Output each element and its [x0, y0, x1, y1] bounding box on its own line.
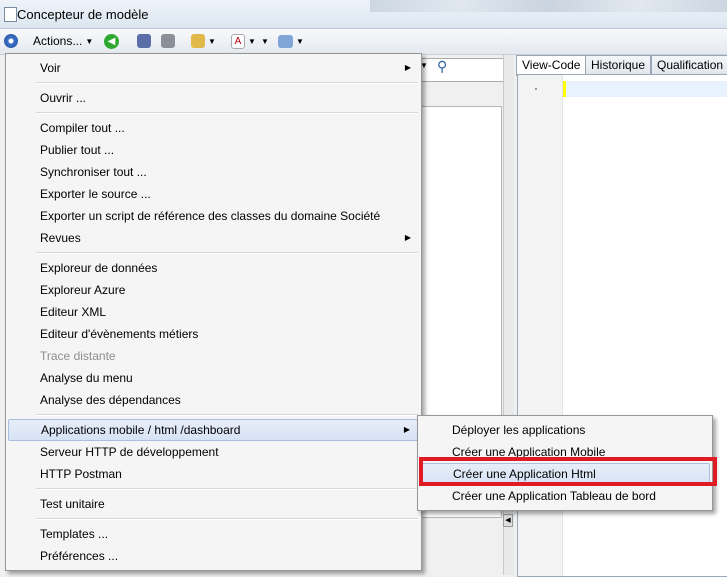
menu-item-exploreur-donnees[interactable]: Exploreur de données: [8, 257, 419, 279]
menu-item-compiler-tout[interactable]: Compiler tout ...: [8, 117, 419, 139]
actions-dropdown[interactable]: Actions... ▼: [33, 32, 93, 50]
menu-item-templates[interactable]: Templates ...: [8, 523, 419, 545]
chevron-down-icon: ▼: [296, 36, 304, 46]
app-menu-button[interactable]: [4, 32, 18, 50]
search-box[interactable]: [420, 58, 504, 82]
tab-view-code[interactable]: View-Code: [516, 55, 587, 76]
text-dropdown[interactable]: A ▼: [231, 32, 256, 50]
submenu-arrow-icon: ▶: [403, 425, 410, 434]
menu-separator: [36, 82, 418, 84]
menu-item-synchroniser-tout[interactable]: Synchroniser tout ...: [8, 161, 419, 183]
menu-separator: [36, 488, 418, 490]
window-title: Concepteur de modèle: [17, 7, 149, 22]
save-all-icon: [137, 34, 151, 48]
disk-icon: [161, 34, 175, 48]
menu-item-exporter-script[interactable]: Exporter un script de référence des clas…: [8, 205, 419, 227]
app-orb-icon: [4, 34, 18, 48]
menu-separator: [36, 112, 418, 114]
menu-item-revues[interactable]: Revues ▶: [8, 227, 419, 249]
chevron-down-icon: ▼: [261, 36, 269, 46]
search-icon[interactable]: ⚲: [437, 58, 447, 75]
menu-item-preferences[interactable]: Préférences ...: [8, 545, 419, 567]
text-cursor: [563, 81, 566, 97]
submenu-arrow-icon: ▶: [404, 63, 411, 72]
menu-item-voir[interactable]: Voir ▶: [8, 57, 419, 79]
copy-dropdown[interactable]: ▼: [191, 32, 216, 50]
menu-item-serveur-http[interactable]: Serveur HTTP de développement: [8, 441, 419, 463]
menu-item-editeur-xml[interactable]: Editeur XML: [8, 301, 419, 323]
highlight-annotation-box: [419, 457, 717, 486]
current-line: [563, 81, 727, 97]
submenu-item-deployer[interactable]: Déployer les applications: [420, 419, 710, 441]
submenu-arrow-icon: ▶: [404, 233, 411, 242]
menu-item-label: Revues: [40, 231, 81, 245]
actions-label: Actions...: [33, 34, 83, 48]
blurred-background-area: [370, 0, 727, 12]
menu-item-test-unitaire[interactable]: Test unitaire: [8, 493, 419, 515]
text-format-icon: A: [231, 33, 245, 49]
back-button[interactable]: ◀: [104, 32, 119, 50]
menu-separator: [36, 252, 418, 254]
collapse-arrow-icon[interactable]: ◀: [503, 514, 513, 527]
menu-item-ouvrir[interactable]: Ouvrir ...: [8, 87, 419, 109]
chevron-down-icon: ▼: [85, 36, 94, 46]
green-arrow-icon: ◀: [104, 33, 119, 49]
format-dropdown[interactable]: ▼: [258, 32, 269, 50]
menu-item-label: Applications mobile / html /dashboard: [41, 423, 241, 437]
save-all-button[interactable]: [137, 32, 151, 50]
chevron-down-icon: ▼: [248, 36, 256, 46]
menu-item-trace-distante: Trace distante: [40, 349, 116, 363]
menu-item-label: Voir: [40, 61, 61, 75]
document-copy-icon: [191, 34, 205, 48]
tab-historique[interactable]: Historique: [585, 55, 652, 75]
tab-qualification[interactable]: Qualification: [651, 55, 727, 75]
main-toolbar: Actions... ▼ ◀ ▼ A ▼ ▼ ▼: [0, 29, 727, 55]
preview-dropdown[interactable]: ▼: [278, 32, 304, 50]
preview-icon: [278, 34, 293, 48]
menu-item-editeur-evenements[interactable]: Editeur d'évènements métiers: [8, 323, 419, 345]
menu-item-exploreur-azure[interactable]: Exploreur Azure: [8, 279, 419, 301]
menu-item-analyse-dependances[interactable]: Analyse des dépendances: [8, 389, 419, 411]
window-icon: [4, 7, 17, 22]
actions-menu: Voir ▶ Ouvrir ... Compiler tout ... Publi…: [5, 53, 422, 571]
menu-item-http-postman[interactable]: HTTP Postman: [8, 463, 419, 485]
menu-item-exporter-source[interactable]: Exporter le source ...: [8, 183, 419, 205]
menu-item-applications-mobile[interactable]: Applications mobile / html /dashboard ▶: [8, 419, 419, 441]
menu-separator: [36, 518, 418, 520]
menu-separator: [36, 414, 418, 416]
save-button[interactable]: [161, 32, 175, 50]
menu-item-analyse-menu[interactable]: Analyse du menu: [8, 367, 419, 389]
chevron-down-icon: ▼: [208, 36, 216, 46]
title-bar: Concepteur de modèle: [0, 0, 727, 29]
menu-item-publier-tout[interactable]: Publier tout ...: [8, 139, 419, 161]
submenu-item-creer-tableau-bord[interactable]: Créer une Application Tableau de bord: [420, 485, 710, 507]
